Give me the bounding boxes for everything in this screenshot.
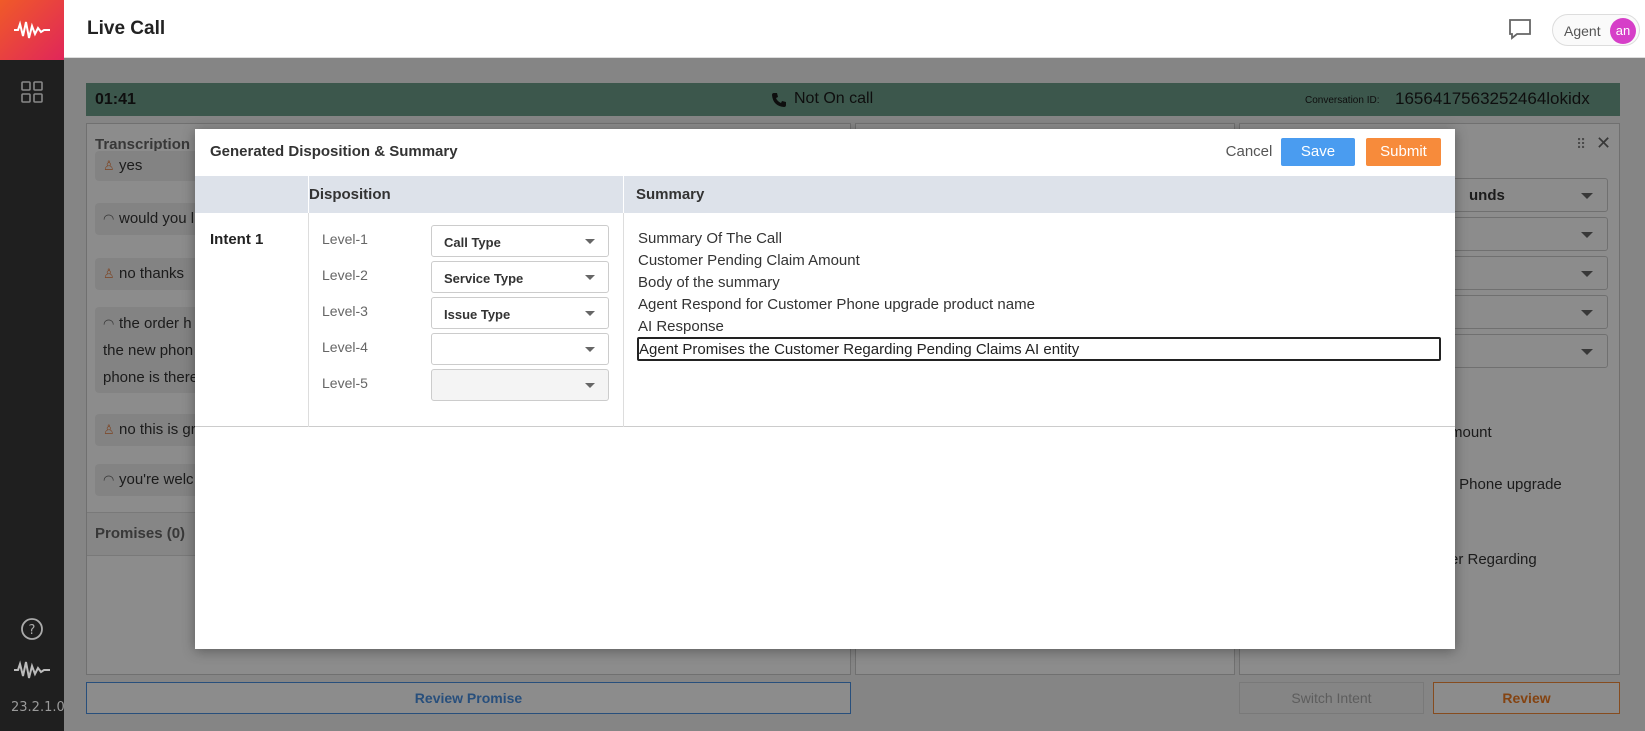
summary-line: Body of the summary — [638, 274, 780, 291]
agent-label: Agent — [1564, 23, 1601, 39]
level-3-dropdown[interactable]: Issue Type — [431, 297, 609, 329]
summary-line: Customer Pending Claim Amount — [638, 252, 860, 269]
column-divider — [623, 213, 624, 427]
agent-menu[interactable]: Agent an — [1552, 14, 1640, 46]
level-4-dropdown[interactable] — [431, 333, 609, 365]
disposition-column-header: Disposition — [309, 186, 391, 203]
chat-bubble-icon[interactable] — [1508, 18, 1532, 40]
modal-title: Generated Disposition & Summary — [210, 143, 458, 160]
chevron-down-icon — [585, 311, 595, 316]
level-label: Level-4 — [322, 339, 368, 355]
grid-icon[interactable] — [20, 80, 44, 104]
chevron-down-icon — [585, 275, 595, 280]
help-circle-icon[interactable]: ? — [20, 617, 44, 641]
level-2-dropdown[interactable]: Service Type — [431, 261, 609, 293]
avatar: an — [1610, 18, 1636, 44]
disposition-summary-modal: Generated Disposition & Summary Cancel S… — [195, 129, 1455, 649]
svg-text:?: ? — [29, 623, 36, 638]
level-label: Level-5 — [322, 375, 368, 391]
summary-edit-field[interactable] — [637, 337, 1441, 361]
left-rail: ? 23.2.1.0 — [0, 0, 65, 731]
waveform-mini-icon — [14, 660, 50, 679]
column-divider — [623, 176, 624, 213]
brand-logo[interactable] — [0, 0, 64, 60]
chevron-down-icon — [585, 239, 595, 244]
table-row: Intent 1 Level-1 Call Type Level-2 Servi… — [195, 213, 1455, 427]
cancel-button[interactable]: Cancel — [1214, 138, 1284, 166]
level-5-dropdown[interactable] — [431, 369, 609, 401]
summary-line: AI Response — [638, 318, 724, 335]
summary-line: Summary Of The Call — [638, 230, 782, 247]
level-label: Level-1 — [322, 231, 368, 247]
top-bar: Live Call Agent an — [64, 0, 1645, 58]
chevron-down-icon — [585, 347, 595, 352]
submit-button[interactable]: Submit — [1366, 138, 1441, 166]
summary-column-header: Summary — [636, 186, 705, 203]
level-label: Level-2 — [322, 267, 368, 283]
level-label: Level-3 — [322, 303, 368, 319]
page-title: Live Call — [87, 18, 166, 39]
waveform-logo-icon — [14, 20, 50, 39]
summary-line: Agent Respond for Customer Phone upgrade… — [638, 296, 1035, 313]
chevron-down-icon — [585, 383, 595, 388]
column-divider — [308, 213, 309, 427]
table-header: Disposition Summary — [195, 176, 1455, 213]
app-version: 23.2.1.0 — [11, 700, 65, 715]
intent-label: Intent 1 — [210, 231, 264, 248]
level-1-dropdown[interactable]: Call Type — [431, 225, 609, 257]
save-button[interactable]: Save — [1281, 138, 1355, 166]
